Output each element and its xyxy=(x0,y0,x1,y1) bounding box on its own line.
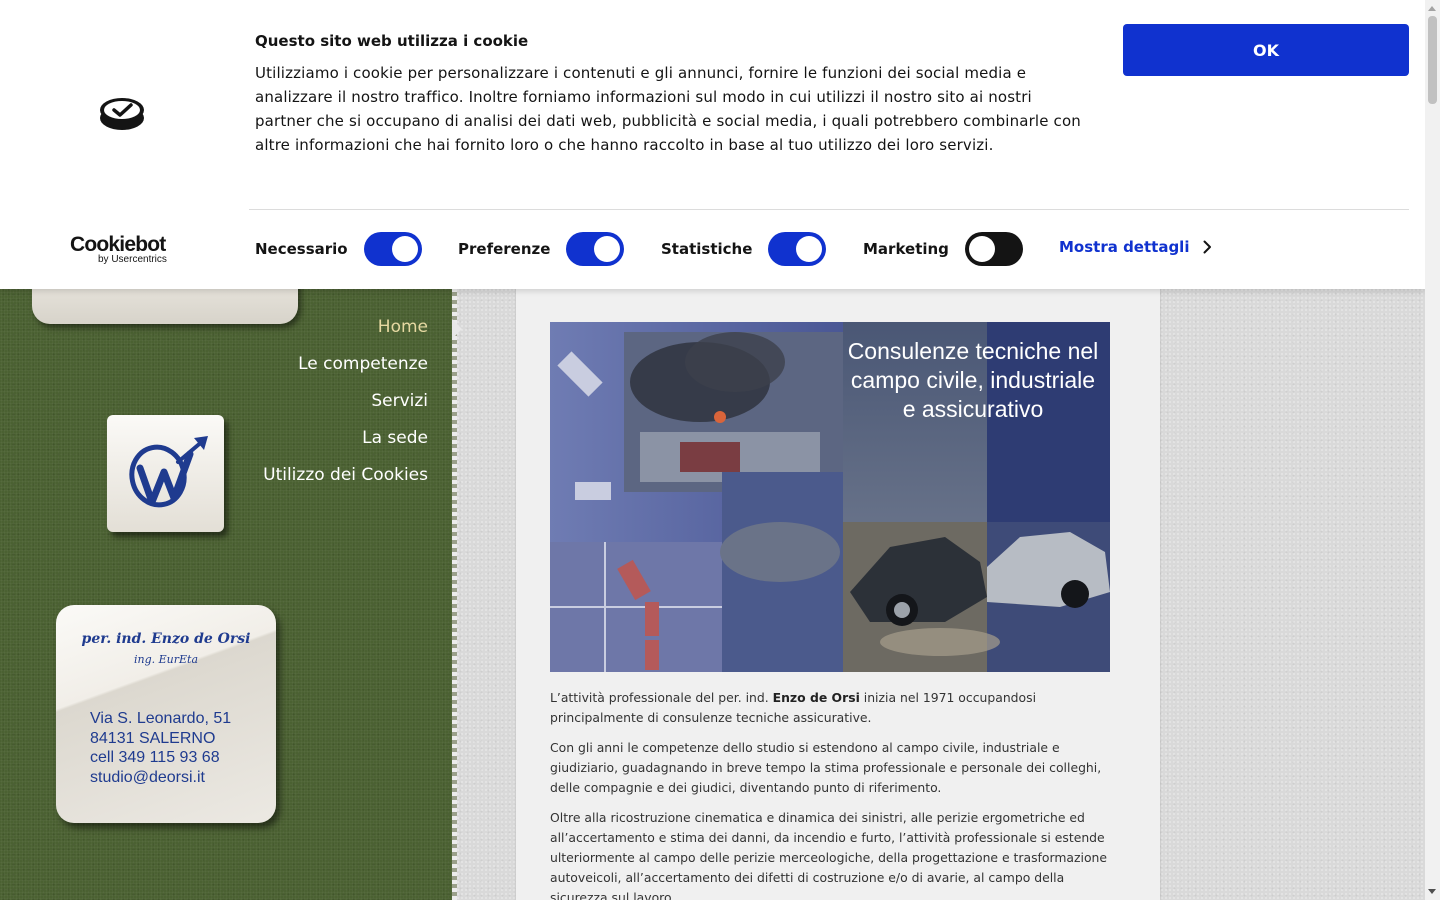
consent-preferences-toggle[interactable] xyxy=(566,232,625,266)
show-details-label: Mostra dettagli xyxy=(1059,238,1190,256)
article-paragraph-2: Con gli anni le competenze dello studio … xyxy=(550,740,1102,795)
cookie-banner: Cookiebot by Usercentrics Questo sito we… xyxy=(0,0,1425,289)
consent-preferences-label: Preferenze xyxy=(458,240,551,258)
site-logo[interactable] xyxy=(107,415,224,532)
consent-statistics: Statistiche xyxy=(661,232,827,266)
contact-email[interactable]: studio@deorsi.it xyxy=(90,768,231,788)
article-paragraph-1: L’attività professionale del per. ind. E… xyxy=(550,690,1037,725)
consent-statistics-label: Statistiche xyxy=(661,240,753,258)
consent-necessary: Necessario xyxy=(255,232,422,266)
cookiebot-wordmark: Cookiebot xyxy=(70,233,166,256)
consent-necessary-label: Necessario xyxy=(255,240,348,258)
contact-address: Via S. Leonardo, 51 xyxy=(90,710,232,727)
contact-city: 84131 SALERNO xyxy=(90,729,216,747)
toggle-knob xyxy=(968,236,995,262)
cookiebot-logo[interactable]: Cookiebot by Usercentrics xyxy=(70,233,180,266)
contact-card: per. ind. Enzo de Orsi ing. EurEta Via S… xyxy=(56,605,276,823)
consent-necessary-toggle[interactable] xyxy=(363,232,422,266)
scroll-thumb[interactable] xyxy=(1428,16,1437,104)
hero-title: Consulenze tecniche nel campo civile, in… xyxy=(847,338,1099,422)
scroll-up-arrow-icon[interactable] xyxy=(1428,6,1436,11)
chevron-right-icon xyxy=(1203,240,1212,254)
consent-marketing-label: Marketing xyxy=(863,240,949,258)
contact-details: Via S. Leonardo, 51 84131 SALERNO cell 3… xyxy=(90,709,231,787)
owner-name: Enzo de Orsi xyxy=(772,690,860,705)
consent-statistics-toggle[interactable] xyxy=(768,232,827,266)
cookie-consent-icon xyxy=(98,96,146,136)
divider xyxy=(249,209,1409,210)
nav-item-competenze[interactable]: Le competenze xyxy=(168,353,428,390)
article-paragraph-3: Oltre alla ricostruzione cinematica e di… xyxy=(550,810,1108,900)
contact-phone: cell 349 115 93 68 xyxy=(90,749,220,766)
consent-marketing: Marketing xyxy=(863,232,1023,266)
contact-title: ing. EurEta xyxy=(133,653,199,666)
cookiebot-byline: by Usercentrics xyxy=(98,254,167,265)
ok-button[interactable]: OK xyxy=(1123,24,1409,76)
cookie-title: Questo sito web utilizza i cookie xyxy=(255,32,529,50)
toggle-knob xyxy=(796,236,823,262)
active-nav-pointer xyxy=(452,319,462,339)
article-body: L’attività professionale del per. ind. E… xyxy=(550,688,1120,900)
cookie-description: Utilizziamo i cookie per personalizzare … xyxy=(255,64,1081,154)
show-details-link[interactable]: Mostra dettagli xyxy=(1059,238,1212,256)
toggle-knob xyxy=(594,236,621,262)
contact-name: per. ind. Enzo de Orsi xyxy=(81,631,251,647)
consent-preferences: Preferenze xyxy=(458,232,625,266)
page-scrollbar[interactable] xyxy=(1425,0,1440,900)
toggle-knob xyxy=(391,236,418,262)
nav-item-home[interactable]: Home xyxy=(168,316,428,353)
deorsi-logo-icon xyxy=(128,435,208,507)
scroll-down-arrow-icon[interactable] xyxy=(1428,889,1436,894)
consent-marketing-toggle[interactable] xyxy=(964,232,1023,266)
